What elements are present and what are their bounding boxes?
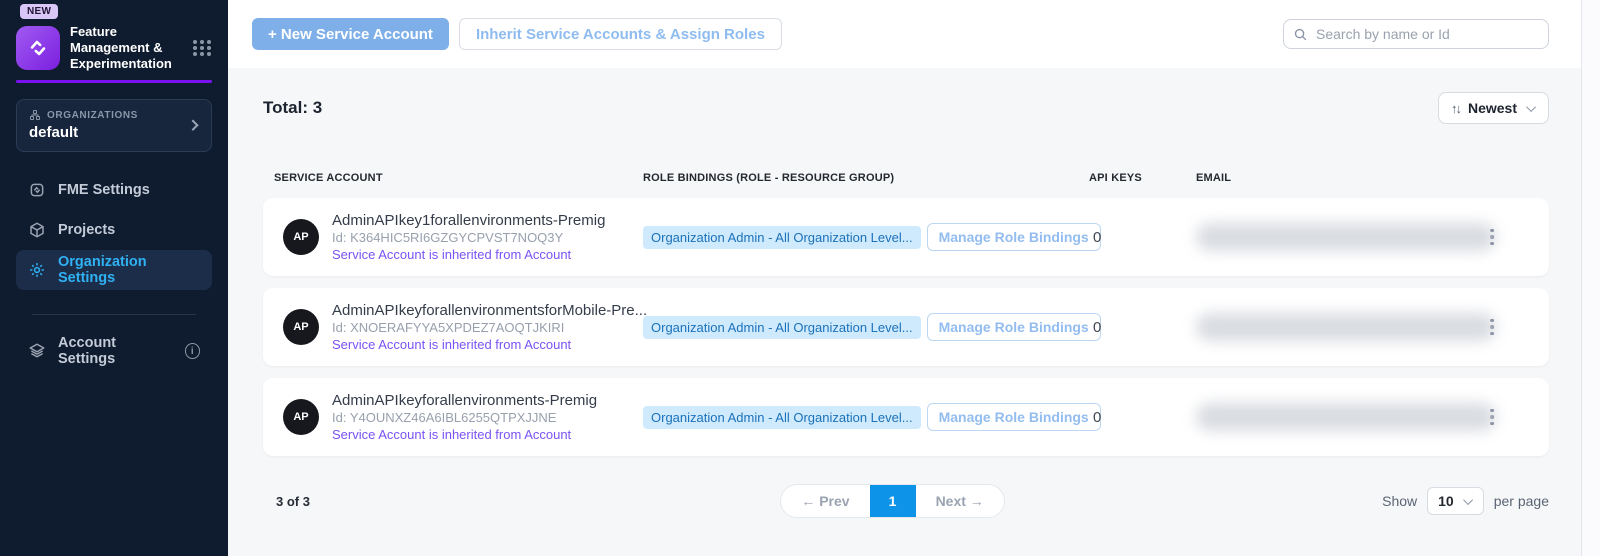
content-panel: Total: 3 ↑↓ Newest SERVICE ACCOUNT ROLE … (228, 68, 1581, 556)
gear-icon (28, 261, 46, 279)
service-account-name: AdminAPIkeyforallenvironments-Premig (332, 392, 597, 409)
service-account-list: AP AdminAPIkey1forallenvironments-Premig… (263, 198, 1549, 456)
search-input[interactable] (1283, 19, 1549, 49)
pagination-count: 3 of 3 (263, 494, 463, 509)
table-header-row: SERVICE ACCOUNT ROLE BINDINGS (ROLE - RE… (263, 172, 1549, 184)
search-box (1283, 19, 1549, 49)
email-redacted (1196, 313, 1496, 341)
column-header-role-bindings: ROLE BINDINGS (ROLE - RESOURCE GROUP) (643, 172, 1089, 184)
table-row: AP AdminAPIkeyforallenvironments-Premig … (263, 378, 1549, 456)
inherited-note: Service Account is inherited from Accoun… (332, 336, 647, 353)
sidebar-item-label: FME Settings (58, 182, 150, 198)
page-size-value: 10 (1438, 493, 1454, 509)
api-keys-count: 0 (1089, 319, 1196, 336)
page-size-select[interactable]: 10 (1427, 487, 1484, 515)
service-account-id: Id: XNOERAFYYA5XPDEZ7AOQTJKIRI (332, 319, 647, 336)
service-account-name: AdminAPIkeyforallenvironmentsforMobile-P… (332, 302, 647, 319)
manage-role-bindings-button[interactable]: Manage Role Bindings (927, 223, 1101, 251)
service-account-id: Id: Y4OUNXZ46A6IBL6255QTPXJJNE (332, 409, 597, 426)
pager: ← Prev 1 Next → (780, 484, 1004, 518)
pagination-bar: 3 of 3 ← Prev 1 Next → Show 10 per page (263, 484, 1549, 518)
service-account-id: Id: K364HIC5RI6GZGYCPVST7NOQ3Y (332, 229, 605, 246)
avatar: AP (283, 399, 319, 435)
role-binding-badge: Organization Admin - All Organization Le… (643, 316, 921, 339)
sidebar-nav: FME Settings Projects Organization Setti… (0, 152, 228, 315)
sort-arrows-icon: ↑↓ (1451, 101, 1460, 116)
prev-page-button[interactable]: ← Prev (781, 485, 869, 517)
avatar: AP (283, 309, 319, 345)
new-service-account-button[interactable]: + New Service Account (252, 18, 449, 50)
sidebar-item-projects[interactable]: Projects (16, 210, 212, 250)
inherited-note: Service Account is inherited from Accoun… (332, 426, 597, 443)
manage-role-bindings-button[interactable]: Manage Role Bindings (927, 403, 1101, 431)
sidebar-item-organization-settings[interactable]: Organization Settings (16, 250, 212, 290)
avatar: AP (283, 219, 319, 255)
service-account-name: AdminAPIkey1forallenvironments-Premig (332, 212, 605, 229)
sidebar: NEW Feature Management & Experimentation (0, 0, 228, 556)
chevron-down-icon (1463, 495, 1473, 505)
role-binding-badge: Organization Admin - All Organization Le… (643, 226, 921, 249)
chevron-down-icon (1526, 102, 1536, 112)
per-page-label: per page (1494, 493, 1549, 509)
table-row: AP AdminAPIkey1forallenvironments-Premig… (263, 198, 1549, 276)
app-window: NEW Feature Management & Experimentation (0, 0, 1600, 556)
info-icon[interactable]: i (185, 343, 200, 359)
email-redacted (1196, 403, 1496, 431)
brand-divider (16, 80, 212, 83)
sidebar-item-label: Projects (58, 222, 115, 238)
app-logo-icon (16, 26, 60, 70)
email-redacted (1196, 223, 1496, 251)
app-switcher-icon[interactable] (193, 40, 212, 56)
sidebar-item-account-settings[interactable]: Account Settings i (16, 331, 212, 371)
show-label: Show (1382, 493, 1417, 509)
sidebar-divider (32, 314, 196, 315)
sort-dropdown[interactable]: ↑↓ Newest (1438, 92, 1549, 124)
inherit-service-accounts-button[interactable]: Inherit Service Accounts & Assign Roles (459, 18, 782, 50)
sidebar-item-fme-settings[interactable]: FME Settings (16, 170, 212, 210)
inherited-note: Service Account is inherited from Accoun… (332, 246, 605, 263)
new-badge: NEW (20, 4, 58, 19)
fme-settings-icon (28, 181, 46, 199)
toolbar: + New Service Account Inherit Service Ac… (228, 0, 1581, 68)
api-keys-count: 0 (1089, 229, 1196, 246)
cube-icon (28, 221, 46, 239)
search-icon (1293, 27, 1308, 42)
sort-value: Newest (1468, 100, 1517, 116)
right-edge-panel (1582, 0, 1600, 556)
next-page-button[interactable]: Next → (916, 485, 1004, 517)
organization-selector[interactable]: ORGANIZATIONS default (16, 99, 212, 152)
current-page-button[interactable]: 1 (870, 485, 916, 517)
layers-icon (28, 342, 46, 360)
role-binding-badge: Organization Admin - All Organization Le… (643, 406, 921, 429)
main-area: + New Service Account Inherit Service Ac… (228, 0, 1582, 556)
column-header-email: EMAIL (1196, 172, 1549, 184)
api-keys-count: 0 (1089, 409, 1196, 426)
manage-role-bindings-button[interactable]: Manage Role Bindings (927, 313, 1101, 341)
table-row: AP AdminAPIkeyforallenvironmentsforMobil… (263, 288, 1549, 366)
organization-name: default (29, 124, 199, 141)
column-header-api-keys: API KEYS (1089, 172, 1196, 184)
organizations-label: ORGANIZATIONS (47, 110, 138, 121)
sidebar-item-label: Account Settings (58, 335, 173, 367)
sidebar-header: NEW Feature Management & Experimentation (0, 0, 228, 72)
total-count-label: Total: 3 (263, 98, 322, 118)
sidebar-item-label: Organization Settings (58, 254, 200, 286)
app-title: Feature Management & Experimentation (70, 24, 186, 72)
column-header-service-account: SERVICE ACCOUNT (274, 172, 643, 184)
org-hierarchy-icon (29, 109, 41, 121)
